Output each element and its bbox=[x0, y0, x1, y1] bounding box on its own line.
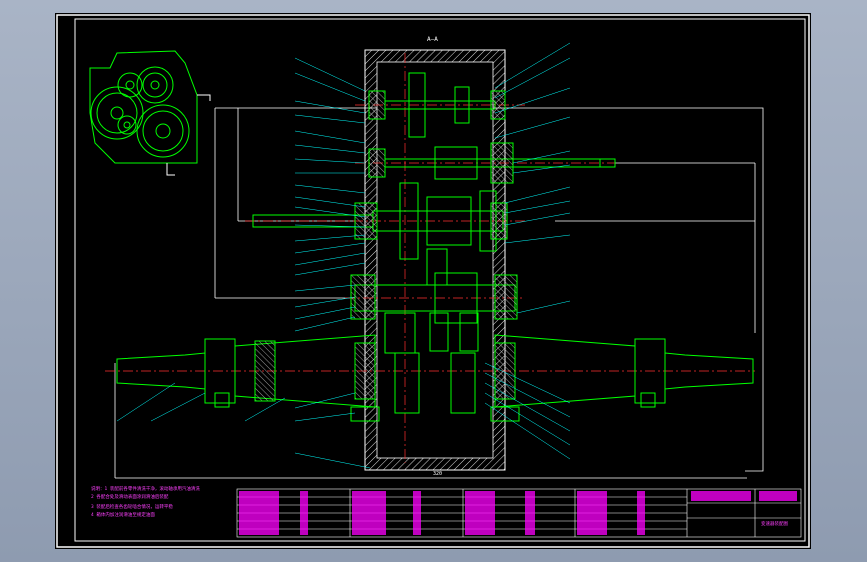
note-4: 4 箱体内加注润滑油至规定油面 bbox=[91, 511, 155, 518]
section-label: A—A bbox=[427, 36, 438, 43]
cad-viewport[interactable]: A—A 320 说明：1 装配前各零件清洗干净，滚动轴承用汽油清洗 2 各配合处… bbox=[55, 13, 811, 549]
dimension-bottom: 320 bbox=[433, 471, 442, 477]
title-block-name: 变速器装配图 bbox=[761, 520, 788, 527]
note-1: 说明：1 装配前各零件清洗干净，滚动轴承用汽油清洗 bbox=[91, 485, 200, 492]
note-3: 3 装配后检查各齿轮啮合情况，运转平稳 bbox=[91, 503, 173, 510]
leader-lines-left bbox=[116, 57, 371, 469]
gearbox-assembly-drawing: A—A 320 说明：1 装配前各零件清洗干净，滚动轴承用汽油清洗 2 各配合处… bbox=[56, 14, 810, 548]
gearbox-housing bbox=[364, 49, 506, 471]
technical-notes: 说明：1 装配前各零件清洗干净，滚动轴承用汽油清洗 2 各配合处及滑动表面涂润滑… bbox=[91, 485, 200, 518]
side-view bbox=[89, 50, 211, 176]
note-2: 2 各配合处及滑动表面涂润滑油后装配 bbox=[91, 493, 169, 500]
